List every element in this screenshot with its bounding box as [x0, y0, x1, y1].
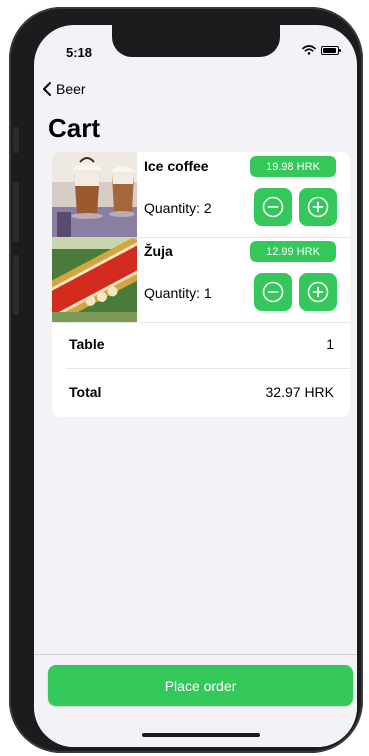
plus-circle-icon — [307, 281, 329, 303]
increase-quantity-button[interactable] — [299, 273, 337, 311]
decrease-quantity-button[interactable] — [254, 273, 292, 311]
screen: 5:18 Beer Cart Ice coffee 19.98 HRK Quan… — [34, 25, 357, 747]
minus-circle-icon — [262, 196, 284, 218]
table-row: Table 1 — [52, 322, 350, 368]
volume-up-button — [13, 182, 19, 242]
wifi-icon — [302, 45, 316, 55]
table-label: Table — [69, 336, 105, 352]
item-quantity: Quantity: 1 — [144, 285, 212, 301]
table-value: 1 — [326, 336, 334, 352]
item-image-ice-coffee — [52, 152, 137, 237]
bottom-bar: Place order — [34, 654, 357, 747]
item-quantity: Quantity: 2 — [144, 200, 212, 216]
mute-switch — [13, 127, 19, 153]
plus-circle-icon — [307, 196, 329, 218]
page-title: Cart — [48, 113, 101, 143]
item-image-zuja — [52, 237, 137, 322]
item-name: Ice coffee — [144, 158, 209, 174]
minus-circle-icon — [262, 281, 284, 303]
status-icons — [302, 45, 341, 55]
row-separator — [66, 368, 350, 369]
price-badge: 19.98 HRK — [250, 156, 336, 177]
home-indicator — [142, 733, 260, 737]
status-time: 5:18 — [66, 45, 93, 60]
total-label: Total — [69, 384, 102, 400]
cart-card: Ice coffee 19.98 HRK Quantity: 2 Žuja 12… — [52, 152, 350, 417]
total-value: 32.97 HRK — [265, 384, 334, 400]
increase-quantity-button[interactable] — [299, 188, 337, 226]
total-row: Total 32.97 HRK — [52, 370, 350, 416]
place-order-button[interactable]: Place order — [48, 665, 353, 706]
cart-item: Ice coffee 19.98 HRK Quantity: 2 — [52, 152, 350, 237]
back-label: Beer — [56, 81, 86, 97]
notch — [112, 25, 280, 57]
back-button[interactable]: Beer — [42, 81, 86, 97]
decrease-quantity-button[interactable] — [254, 188, 292, 226]
volume-down-button — [13, 255, 19, 315]
chevron-left-icon — [43, 82, 51, 96]
phone-frame: 5:18 Beer Cart Ice coffee 19.98 HRK Quan… — [9, 7, 363, 753]
item-name: Žuja — [144, 243, 173, 259]
price-badge: 12.99 HRK — [250, 241, 336, 262]
battery-icon — [321, 45, 341, 55]
cart-item: Žuja 12.99 HRK Quantity: 1 — [52, 237, 350, 322]
